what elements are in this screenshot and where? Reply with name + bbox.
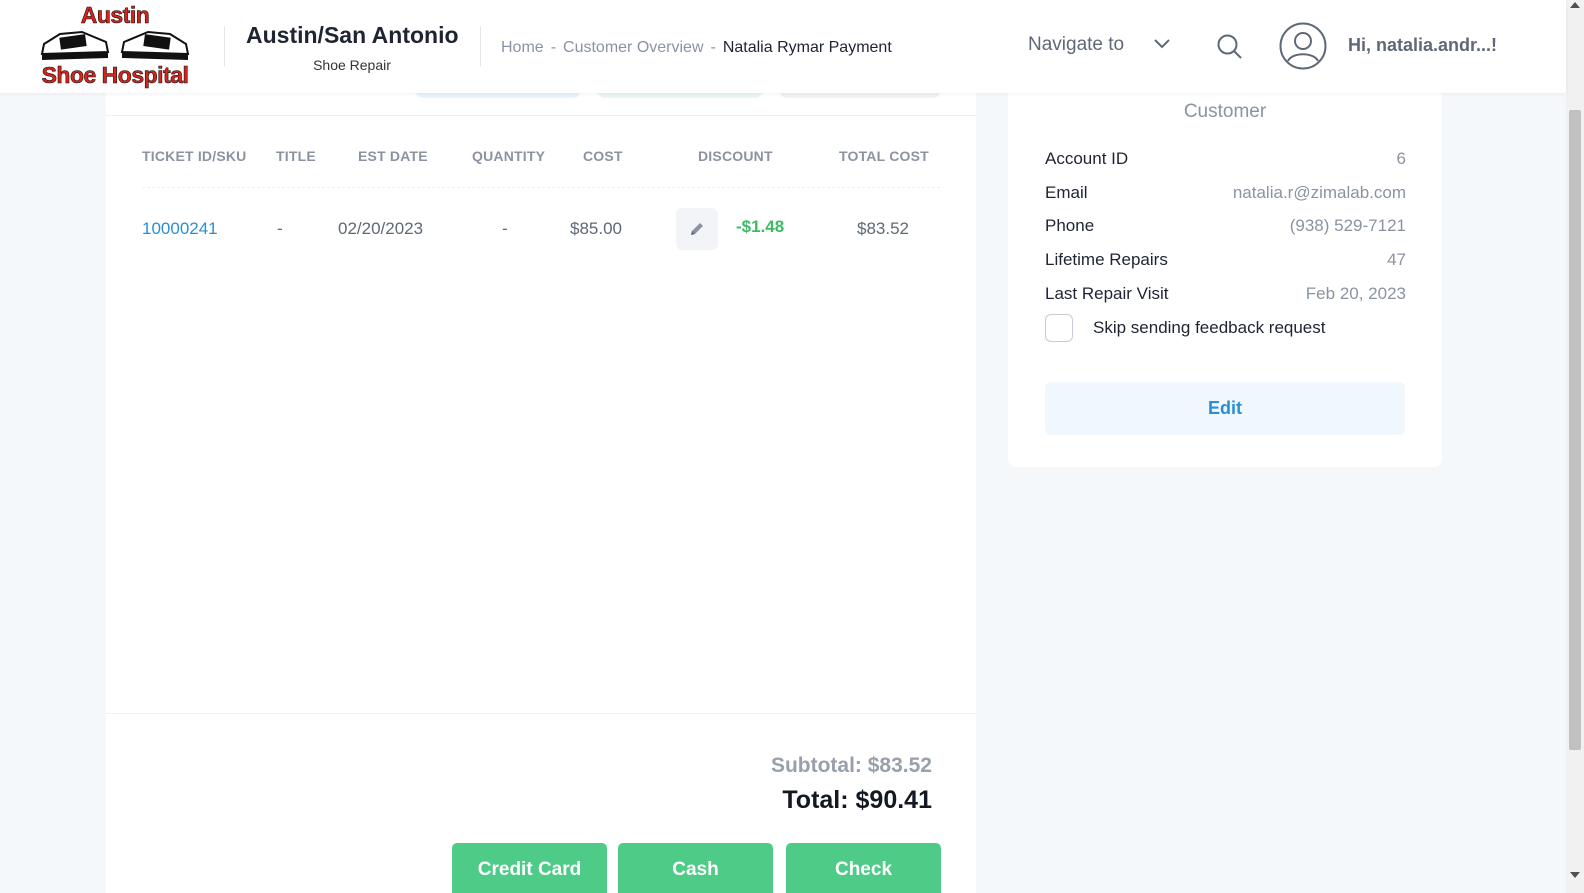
column-header-est-date: EST DATE (358, 148, 428, 164)
credit-card-button[interactable]: Credit Card (452, 843, 607, 893)
scroll-down-arrow-icon[interactable] (1570, 872, 1580, 878)
divider (224, 26, 225, 66)
breadcrumb-separator: - (550, 39, 557, 56)
brand-logo[interactable]: Austin Shoe Hospital (36, 2, 194, 90)
edit-discount-button[interactable] (676, 208, 718, 250)
last-repair-visit-value: Feb 20, 2023 (1305, 284, 1406, 303)
phone-value: (938) 529-7121 (1289, 216, 1406, 235)
email-label: Email (1045, 183, 1088, 202)
page-scrollbar[interactable] (1566, 0, 1584, 893)
pencil-icon (691, 223, 703, 235)
customer-title: Customer (1183, 101, 1267, 122)
ticket-title: - (277, 219, 283, 238)
breadcrumb-current: Natalia Rymar Payment (722, 39, 892, 56)
ticket-est-date: 02/20/2023 (338, 219, 424, 238)
divider (106, 115, 976, 116)
breadcrumb-customer-overview[interactable]: Customer Overview (563, 39, 703, 56)
store-subtitle: Shoe Repair (313, 57, 391, 73)
header-divider (142, 187, 940, 188)
column-header-quantity: QUANTITY (472, 148, 546, 164)
search-icon[interactable] (1216, 33, 1243, 60)
breadcrumb-separator: - (710, 39, 716, 56)
column-header-ticket-id: TICKET ID/SKU (142, 148, 247, 164)
column-header-discount: DISCOUNT (698, 148, 773, 164)
ticket-discount: -$1.48 (736, 217, 785, 236)
ticket-total-cost: $83.52 (857, 219, 909, 238)
account-id-label: Account ID (1045, 149, 1129, 168)
store-name: Austin/San Antonio (246, 22, 459, 48)
breadcrumb-home[interactable]: Home (501, 39, 544, 56)
logo-bottom-text: Shoe Hospital (41, 62, 189, 89)
total: Total: $90.41 (782, 786, 932, 814)
account-id-value: 6 (1396, 149, 1406, 168)
navigate-to-dropdown[interactable]: Navigate to (1028, 34, 1124, 56)
user-avatar-icon[interactable] (1279, 22, 1327, 70)
divider (106, 713, 976, 714)
edit-customer-button[interactable]: Edit (1045, 382, 1405, 435)
skip-feedback-label[interactable]: Skip sending feedback request (1093, 318, 1326, 338)
chevron-down-icon[interactable] (1153, 38, 1171, 50)
customer-card: Customer Account ID 6 Email natalia.r@zi… (1008, 80, 1442, 467)
lifetime-repairs-value: 47 (1387, 250, 1406, 269)
subtotal: Subtotal: $83.52 (770, 754, 932, 777)
ticket-quantity: - (502, 219, 508, 238)
scroll-up-arrow-icon[interactable] (1570, 2, 1580, 8)
phone-label: Phone (1045, 216, 1095, 235)
check-button[interactable]: Check (786, 843, 941, 893)
column-header-cost: COST (583, 148, 623, 164)
shoes-icon (40, 30, 190, 60)
divider (480, 26, 481, 66)
user-greeting[interactable]: Hi, natalia.andr...! (1348, 35, 1497, 56)
lifetime-repairs-label: Lifetime Repairs (1045, 250, 1168, 269)
email-value: natalia.r@zimalab.com (1232, 183, 1406, 202)
skip-feedback-checkbox[interactable] (1045, 314, 1073, 342)
ticket-cost: $85.00 (570, 219, 622, 238)
last-repair-visit-label: Last Repair Visit (1045, 284, 1169, 303)
cash-button[interactable]: Cash (618, 843, 773, 893)
column-header-title: TITLE (276, 148, 316, 164)
top-header: Austin Shoe Hospital Austin/San Antonio … (0, 0, 1566, 93)
breadcrumb: Home - Customer Overview - Natalia Rymar Pay… (501, 39, 892, 57)
scroll-thumb[interactable] (1569, 110, 1581, 750)
column-header-total-cost: TOTAL COST (839, 148, 929, 164)
tickets-card: TICKET ID/SKU TITLE EST DATE QUANTITY CO… (106, 80, 976, 893)
ticket-id-link[interactable]: 10000241 (142, 219, 218, 239)
